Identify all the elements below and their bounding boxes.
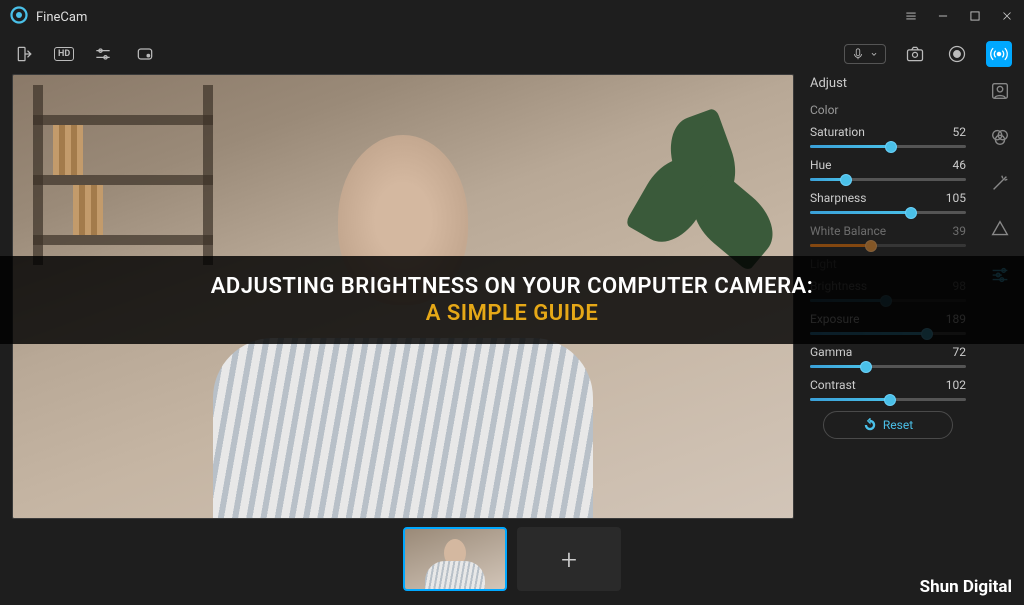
- broadcast-icon[interactable]: [986, 41, 1012, 67]
- slider-white-balance[interactable]: White Balance39: [810, 224, 966, 247]
- reset-icon: [863, 418, 877, 432]
- slider-saturation[interactable]: Saturation52: [810, 125, 966, 148]
- app-title: FineCam: [36, 10, 87, 25]
- add-scene-button[interactable]: +: [517, 527, 621, 591]
- close-icon[interactable]: [1000, 8, 1014, 27]
- overlay-line-1: ADJUSTING BRIGHTNESS ON YOUR COMPUTER CA…: [20, 274, 1004, 299]
- overlay-banner: ADJUSTING BRIGHTNESS ON YOUR COMPUTER CA…: [0, 256, 1024, 344]
- overlay-icon[interactable]: [132, 41, 158, 67]
- record-icon[interactable]: [944, 41, 970, 67]
- magic-wand-icon[interactable]: [989, 172, 1011, 194]
- reset-button[interactable]: Reset: [823, 411, 953, 439]
- shape-icon[interactable]: [989, 218, 1011, 240]
- hd-badge[interactable]: HD: [54, 47, 74, 61]
- section-color: Color: [810, 103, 966, 117]
- slider-gamma[interactable]: Gamma72: [810, 345, 966, 368]
- maximize-icon[interactable]: [968, 8, 982, 27]
- sliders-icon[interactable]: [90, 41, 116, 67]
- app-logo-icon: [10, 6, 28, 28]
- slider-sharpness[interactable]: Sharpness105: [810, 191, 966, 214]
- slider-contrast[interactable]: Contrast102: [810, 378, 966, 401]
- camera-icon[interactable]: [902, 41, 928, 67]
- scene-thumbnails: +: [0, 519, 1024, 599]
- microphone-dropdown[interactable]: [844, 44, 886, 64]
- overlay-line-2: A SIMPLE GUIDE: [20, 301, 1004, 326]
- portrait-icon[interactable]: [989, 80, 1011, 102]
- watermark: Shun Digital: [920, 577, 1012, 597]
- menu-icon[interactable]: [904, 8, 918, 27]
- color-balance-icon[interactable]: [989, 126, 1011, 148]
- export-icon[interactable]: [12, 41, 38, 67]
- adjust-title: Adjust: [810, 76, 966, 91]
- title-bar: FineCam: [0, 0, 1024, 34]
- toolbar: HD: [0, 34, 1024, 74]
- scene-thumb-1[interactable]: [403, 527, 507, 591]
- minimize-icon[interactable]: [936, 8, 950, 27]
- slider-hue[interactable]: Hue46: [810, 158, 966, 181]
